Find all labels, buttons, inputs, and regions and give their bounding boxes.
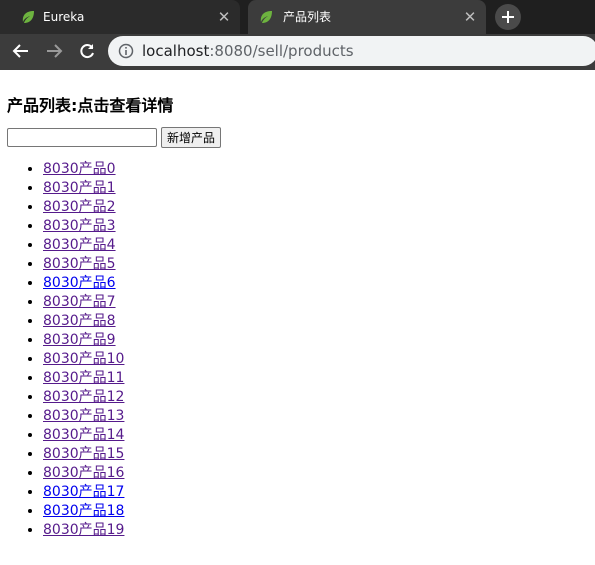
url-path: :8080/sell/products xyxy=(209,42,354,60)
product-link[interactable]: 8030产品0 xyxy=(43,161,116,177)
close-tab-icon[interactable]: ✕ xyxy=(216,0,232,34)
list-item: 8030产品10 xyxy=(43,350,124,369)
product-list: 8030产品0 8030产品1 8030产品2 8030产品3 8030产品4 8030产… xyxy=(0,160,124,540)
url-host: localhost xyxy=(142,42,210,60)
list-item: 8030产品8 xyxy=(43,312,124,331)
back-button[interactable] xyxy=(10,40,32,62)
list-item: 8030产品0 xyxy=(43,160,124,179)
page-title: 产品列表:点击查看详情 xyxy=(7,96,174,115)
list-item: 8030产品7 xyxy=(43,293,124,312)
product-link[interactable]: 8030产品16 xyxy=(43,465,124,481)
url-text: localhost:8080/sell/products xyxy=(142,36,354,66)
toolbar-divider xyxy=(0,68,595,70)
product-name-input[interactable] xyxy=(7,128,157,147)
list-item: 8030产品19 xyxy=(43,521,124,540)
tab-title: Eureka xyxy=(43,10,85,24)
tab-product-list[interactable]: 产品列表 ✕ xyxy=(248,0,486,34)
product-link[interactable]: 8030产品18 xyxy=(43,503,124,519)
list-item: 8030产品2 xyxy=(43,198,124,217)
product-link[interactable]: 8030产品4 xyxy=(43,237,116,253)
list-item: 8030产品17 xyxy=(43,483,124,502)
product-link[interactable]: 8030产品7 xyxy=(43,294,116,310)
list-item: 8030产品16 xyxy=(43,464,124,483)
product-link[interactable]: 8030产品3 xyxy=(43,218,116,234)
tab-title: 产品列表 xyxy=(283,10,332,24)
list-item: 8030产品15 xyxy=(43,445,124,464)
close-tab-icon[interactable]: ✕ xyxy=(462,0,478,34)
list-item: 8030产品9 xyxy=(43,331,124,350)
plus-icon xyxy=(502,11,514,23)
info-icon[interactable] xyxy=(118,43,134,59)
tab-eureka[interactable]: Eureka ✕ xyxy=(0,0,240,34)
product-link[interactable]: 8030产品12 xyxy=(43,389,124,405)
product-link[interactable]: 8030产品13 xyxy=(43,408,124,424)
spring-leaf-icon xyxy=(260,11,272,23)
new-tab-button[interactable] xyxy=(495,4,521,30)
product-link[interactable]: 8030产品14 xyxy=(43,427,124,443)
arrow-left-icon xyxy=(12,44,28,58)
list-item: 8030产品11 xyxy=(43,369,124,388)
list-item: 8030产品18 xyxy=(43,502,124,521)
product-link[interactable]: 8030产品19 xyxy=(43,522,124,538)
reload-icon xyxy=(80,44,94,59)
list-item: 8030产品5 xyxy=(43,255,124,274)
product-link[interactable]: 8030产品1 xyxy=(43,180,116,196)
product-link[interactable]: 8030产品11 xyxy=(43,370,124,386)
list-item: 8030产品4 xyxy=(43,236,124,255)
list-item: 8030产品12 xyxy=(43,388,124,407)
list-item: 8030产品3 xyxy=(43,217,124,236)
product-link[interactable]: 8030产品15 xyxy=(43,446,124,462)
arrow-right-icon xyxy=(47,44,63,58)
list-item: 8030产品13 xyxy=(43,407,124,426)
product-link[interactable]: 8030产品17 xyxy=(43,484,124,500)
product-link[interactable]: 8030产品6 xyxy=(43,275,116,291)
product-link[interactable]: 8030产品5 xyxy=(43,256,116,272)
spring-leaf-icon xyxy=(22,11,34,23)
forward-button[interactable] xyxy=(43,40,65,62)
address-bar[interactable]: localhost:8080/sell/products xyxy=(108,36,595,66)
product-link[interactable]: 8030产品9 xyxy=(43,332,116,348)
reload-button[interactable] xyxy=(76,40,98,62)
product-link[interactable]: 8030产品2 xyxy=(43,199,116,215)
list-item: 8030产品14 xyxy=(43,426,124,445)
add-product-button[interactable]: 新增产品 xyxy=(161,127,222,148)
tab-strip: Eureka ✕ 产品列表 ✕ xyxy=(0,0,595,34)
list-item: 8030产品1 xyxy=(43,179,124,198)
product-link[interactable]: 8030产品10 xyxy=(43,351,124,367)
browser-toolbar: localhost:8080/sell/products xyxy=(0,34,595,68)
product-link[interactable]: 8030产品8 xyxy=(43,313,116,329)
list-item: 8030产品6 xyxy=(43,274,124,293)
